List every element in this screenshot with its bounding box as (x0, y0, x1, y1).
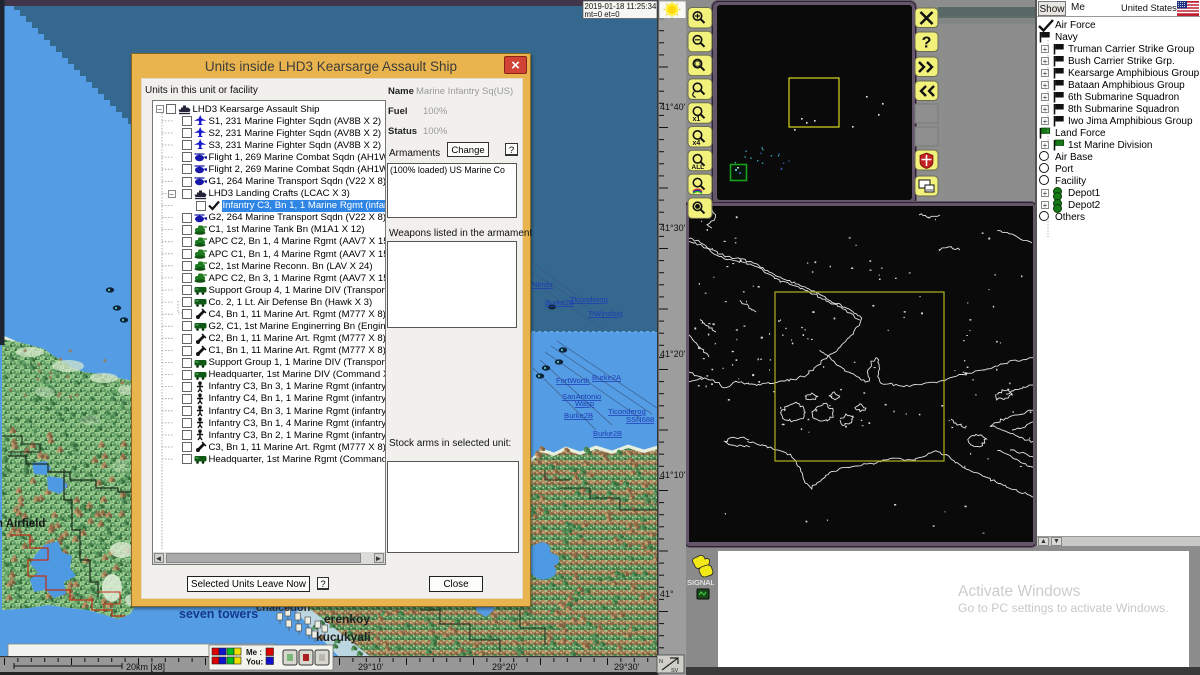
svg-text:20km [x8]: 20km [x8] (126, 662, 165, 672)
svg-text:SSN688: SSN688 (626, 415, 654, 424)
svg-text:41°: 41° (660, 589, 674, 599)
svg-text:Nimitz: Nimitz (532, 280, 553, 289)
svg-text:29°10': 29°10' (358, 662, 384, 672)
svg-text:x4: x4 (693, 140, 701, 147)
svg-text:N: N (659, 659, 663, 665)
svg-text:Go to PC settings to activate: Go to PC settings to activate Windows. (958, 601, 1169, 615)
svg-text:n Airfield: n Airfield (0, 518, 45, 530)
svg-text:mt=0 et=0: mt=0 et=0 (585, 10, 621, 19)
svg-text:Burke2A: Burke2A (592, 373, 622, 382)
svg-text:You:: You: (246, 658, 263, 667)
svg-text:41°30': 41°30' (660, 223, 686, 233)
svg-text:erenkoy: erenkoy (324, 612, 370, 626)
svg-text:ALL: ALL (692, 164, 705, 171)
svg-text:41°20': 41°20' (660, 349, 686, 359)
svg-text:Burke2B: Burke2B (593, 429, 622, 438)
svg-text:Ticonderog: Ticonderog (570, 295, 608, 304)
svg-text:Burke2B: Burke2B (564, 411, 593, 420)
svg-text:29°30': 29°30' (614, 662, 640, 672)
svg-text:SIGNAL: SIGNAL (687, 578, 715, 587)
svg-text:41°40': 41°40' (660, 102, 686, 112)
svg-text:Wasp: Wasp (575, 399, 594, 408)
svg-text:Activate Windows: Activate Windows (958, 583, 1081, 600)
svg-text:kucukyali: kucukyali (316, 630, 371, 644)
svg-text:Me :: Me : (246, 648, 262, 657)
svg-text:TiWinslsig: TiWinslsig (588, 309, 622, 318)
svg-text:41°10': 41°10' (660, 470, 686, 480)
svg-text:?: ? (922, 35, 932, 52)
svg-text:x1: x1 (693, 116, 701, 123)
svg-text:29°20': 29°20' (492, 662, 518, 672)
svg-text:seven towers: seven towers (179, 607, 258, 621)
svg-text:FortWorth: FortWorth (556, 376, 590, 385)
svg-text:SV: SV (671, 668, 679, 674)
